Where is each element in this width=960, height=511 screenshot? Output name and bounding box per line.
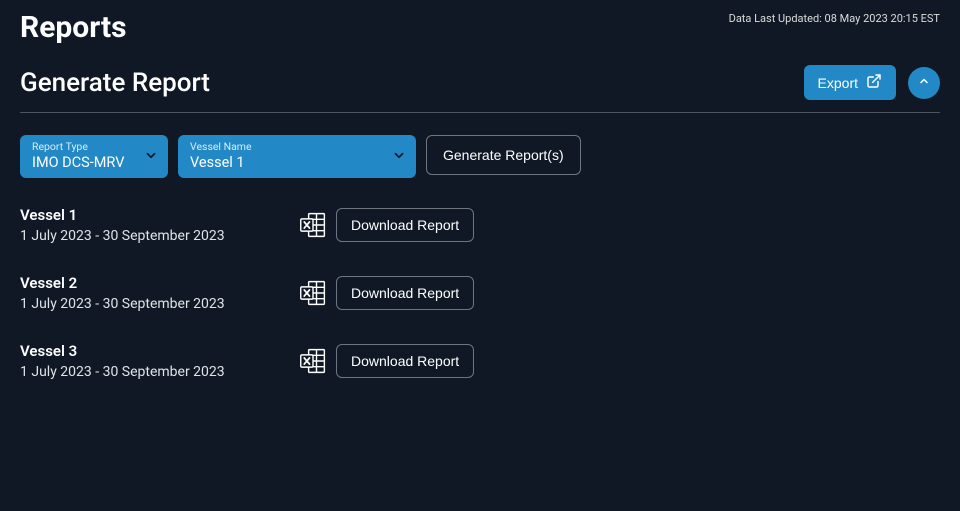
report-type-select[interactable]: Report Type IMO DCS-MRV — [20, 135, 168, 178]
result-row: Vessel 1 1 July 2023 - 30 September 2023… — [20, 206, 940, 244]
page-title: Reports — [20, 10, 127, 45]
vessel-name-select[interactable]: Vessel Name Vessel 1 — [178, 135, 416, 178]
download-report-button[interactable]: Download Report — [336, 344, 474, 378]
chevron-down-icon — [392, 147, 406, 166]
excel-icon — [290, 347, 336, 375]
vessel-name-label: Vessel Name — [190, 141, 378, 154]
export-button-label: Export — [818, 75, 858, 91]
date-range-text: 1 July 2023 - 30 September 2023 — [20, 364, 290, 380]
download-report-button[interactable]: Download Report — [336, 208, 474, 242]
date-range-text: 1 July 2023 - 30 September 2023 — [20, 296, 290, 312]
export-button[interactable]: Export — [804, 65, 896, 100]
vessel-name-text: Vessel 3 — [20, 342, 290, 360]
divider — [20, 112, 940, 113]
open-external-icon — [866, 73, 882, 92]
generate-report-button[interactable]: Generate Report(s) — [426, 135, 581, 175]
collapse-button[interactable] — [908, 67, 940, 99]
result-info: Vessel 2 1 July 2023 - 30 September 2023 — [20, 274, 290, 312]
excel-icon — [290, 279, 336, 307]
chevron-down-icon — [144, 147, 158, 166]
result-info: Vessel 3 1 July 2023 - 30 September 2023 — [20, 342, 290, 380]
result-row: Vessel 3 1 July 2023 - 30 September 2023… — [20, 342, 940, 380]
vessel-name-text: Vessel 1 — [20, 206, 290, 224]
chevron-up-icon — [918, 75, 930, 90]
report-type-value: IMO DCS-MRV — [32, 154, 130, 173]
vessel-name-text: Vessel 2 — [20, 274, 290, 292]
excel-icon — [290, 211, 336, 239]
last-updated-label: Data Last Updated: 08 May 2023 20:15 EST — [729, 12, 940, 25]
result-row: Vessel 2 1 July 2023 - 30 September 2023… — [20, 274, 940, 312]
vessel-name-value: Vessel 1 — [190, 154, 378, 173]
result-info: Vessel 1 1 July 2023 - 30 September 2023 — [20, 206, 290, 244]
section-title: Generate Report — [20, 68, 210, 98]
date-range-text: 1 July 2023 - 30 September 2023 — [20, 228, 290, 244]
download-report-button[interactable]: Download Report — [336, 276, 474, 310]
report-type-label: Report Type — [32, 141, 130, 154]
